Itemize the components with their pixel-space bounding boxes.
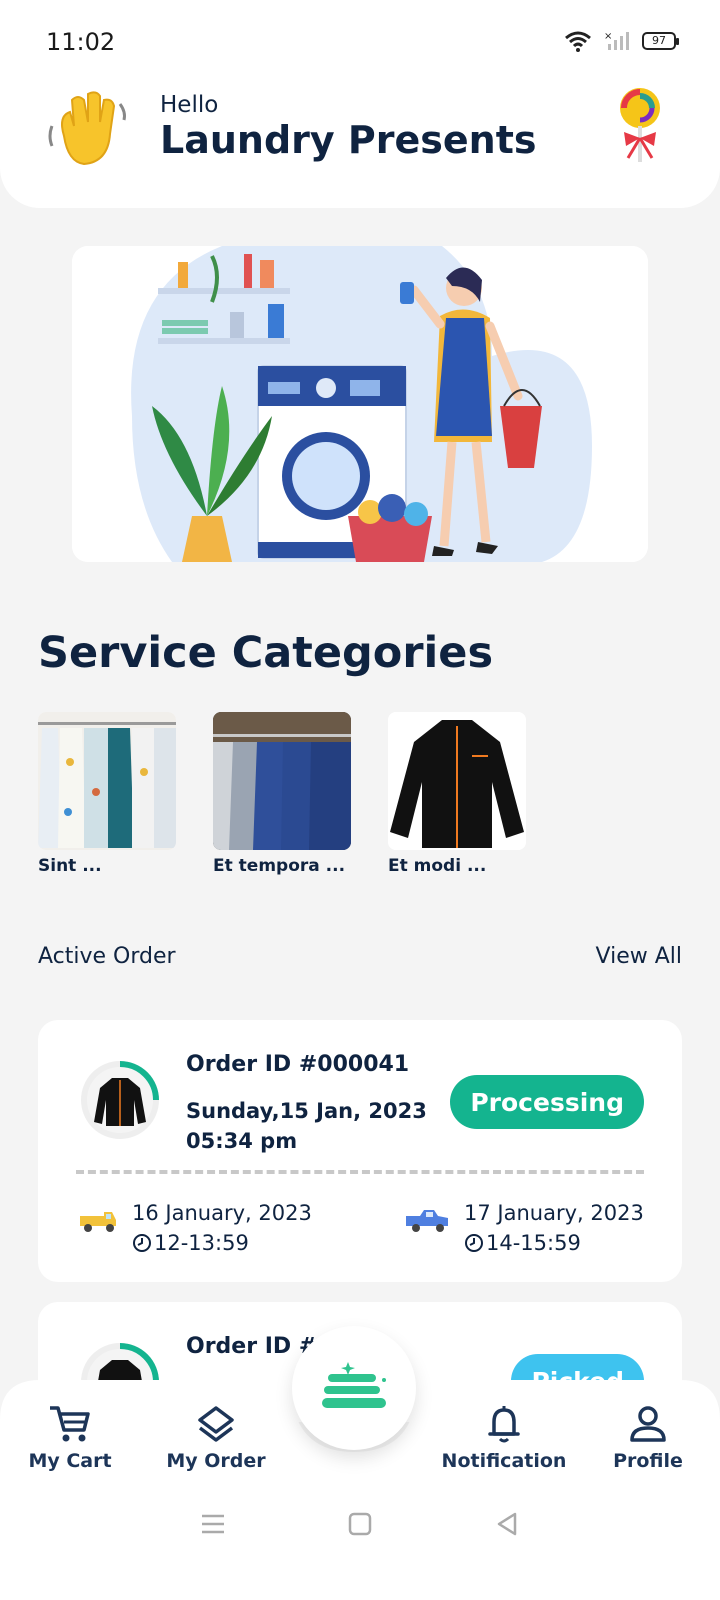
service-categories-title: Service Categories (38, 628, 494, 678)
nav-label: Notification (441, 1450, 567, 1472)
category-label: Et tempora ... (213, 856, 346, 876)
category-label: Sint ... (38, 856, 102, 876)
order-card[interactable]: Order ID #000041 Sunday,15 Jan, 2023 05:… (38, 1020, 682, 1282)
pickup-truck-icon (80, 1212, 116, 1232)
nav-my-order[interactable]: My Order (156, 1404, 276, 1472)
layers-icon (198, 1406, 234, 1442)
svg-text:×: × (604, 31, 612, 42)
battery-icon: 97 (642, 32, 679, 50)
category-label: Et modi ... (388, 856, 487, 876)
clock-icon (133, 1234, 151, 1252)
system-navigation-bar (0, 1510, 720, 1538)
greeting-text: Hello (160, 92, 219, 118)
brand-title: Laundry Presents (160, 118, 537, 162)
nav-my-cart[interactable]: My Cart (10, 1404, 130, 1472)
active-order-header: Active Order View All (38, 944, 682, 969)
header: Hello Laundry Presents (0, 86, 720, 208)
order-date: Sunday,15 Jan, 2023 (186, 1099, 427, 1123)
order-progress-thumbnail (81, 1061, 159, 1139)
nav-label: Profile (613, 1450, 683, 1472)
user-icon (630, 1406, 666, 1442)
laundry-stack-icon (322, 1362, 386, 1408)
promo-banner[interactable] (72, 246, 648, 562)
status-icons: × 97 (564, 30, 679, 52)
pickup-date: 16 January, 2023 (132, 1201, 312, 1225)
bottom-navigation: My Cart My Order Notification Profile (0, 1326, 720, 1600)
delivery-time: 14-15:59 (486, 1231, 581, 1255)
delivery-truck-icon (406, 1210, 448, 1232)
delivery-info: 17 January, 2023 14-15:59 (404, 1198, 644, 1258)
category-image-suits (213, 712, 351, 850)
clock-icon (465, 1234, 483, 1252)
delivery-date: 17 January, 2023 (464, 1201, 644, 1225)
back-icon[interactable] (493, 1510, 521, 1538)
category-image-clothes-rack (38, 712, 176, 850)
nav-profile[interactable]: Profile (588, 1404, 708, 1472)
status-bar: 11:02 × 97 (0, 0, 720, 86)
order-datetime: Sunday,15 Jan, 2023 05:34 pm (186, 1096, 427, 1156)
nav-notification[interactable]: Notification (441, 1404, 567, 1472)
divider (76, 1170, 644, 1174)
view-all-link[interactable]: View All (596, 944, 682, 969)
pickup-time: 12-13:59 (154, 1231, 249, 1255)
active-order-title: Active Order (38, 944, 176, 969)
wifi-icon (565, 31, 591, 52)
order-time: 05:34 pm (186, 1129, 298, 1153)
status-badge: Processing (450, 1075, 644, 1129)
category-list: Sint ... Et tempora ... Et modi ... (38, 712, 526, 876)
signal-icon: × (604, 31, 629, 50)
nav-label: My Order (166, 1450, 266, 1472)
cart-icon (50, 1406, 90, 1442)
pickup-info: 16 January, 2023 12-13:59 (78, 1198, 312, 1258)
category-item[interactable]: Sint ... (38, 712, 176, 876)
menu-icon[interactable] (199, 1510, 227, 1538)
category-item[interactable]: Et tempora ... (213, 712, 351, 876)
home-icon[interactable] (346, 1510, 374, 1538)
status-time: 11:02 (46, 28, 116, 56)
laundry-illustration (72, 246, 648, 562)
waving-hand-icon (48, 91, 126, 166)
order-id: Order ID #000041 (186, 1052, 410, 1077)
bell-icon (488, 1406, 520, 1443)
center-action-button[interactable] (292, 1326, 416, 1450)
category-image-jacket (388, 712, 526, 850)
nav-label: My Cart (28, 1450, 112, 1472)
category-item[interactable]: Et modi ... (388, 712, 526, 876)
lollipop-icon[interactable] (614, 88, 666, 164)
